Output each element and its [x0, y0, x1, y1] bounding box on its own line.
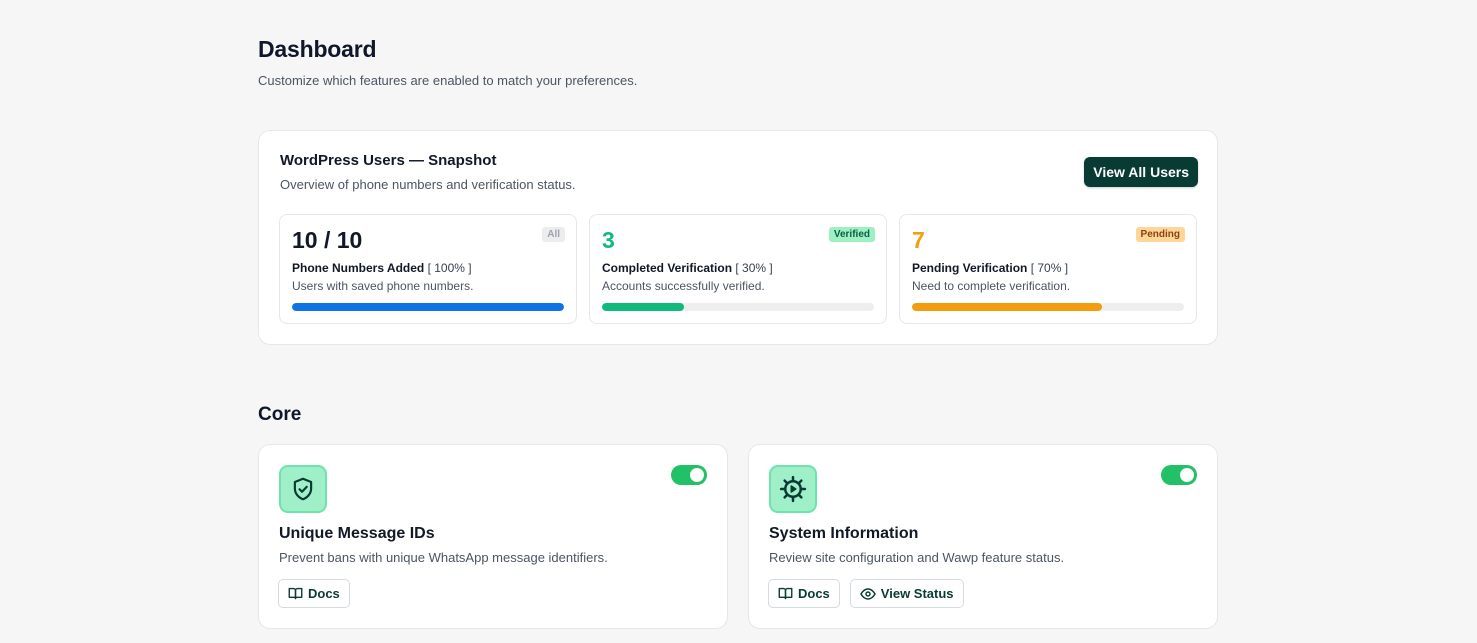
feature-actions: Docs: [278, 579, 350, 608]
stat-description: Users with saved phone numbers.: [292, 279, 474, 293]
progress-bar-fill: [602, 303, 684, 311]
docs-button-label: Docs: [308, 586, 340, 601]
stat-description: Need to complete verification.: [912, 279, 1071, 293]
stat-value: 7: [912, 227, 925, 253]
feature-description: Prevent bans with unique WhatsApp messag…: [279, 550, 608, 565]
feature-title: Unique Message IDs: [279, 525, 435, 542]
stat-label-text: Completed Verification: [602, 261, 733, 275]
book-icon: [288, 587, 303, 600]
stats-grid: 10 / 10 All Phone Numbers Added [ 100% ]…: [279, 214, 1197, 324]
view-all-users-button[interactable]: View All Users: [1084, 157, 1198, 187]
feature-toggle[interactable]: [671, 465, 707, 485]
feature-actions: Docs View Status: [768, 579, 964, 608]
stat-label-text: Phone Numbers Added: [292, 261, 425, 275]
docs-button-label: Docs: [798, 586, 830, 601]
feature-description: Review site configuration and Wawp featu…: [769, 550, 1065, 565]
stat-percent: [ 100% ]: [427, 261, 472, 275]
toggle-knob: [690, 468, 704, 482]
book-icon: [778, 587, 793, 600]
docs-button[interactable]: Docs: [278, 579, 350, 608]
docs-button[interactable]: Docs: [768, 579, 840, 608]
view-status-button[interactable]: View Status: [849, 579, 964, 608]
page-title: Dashboard: [258, 36, 377, 62]
stat-percent: [ 30% ]: [735, 261, 773, 275]
feature-title: System Information: [769, 525, 919, 542]
progress-bar-fill: [292, 303, 564, 311]
feature-card-unique-message-ids: Unique Message IDs Prevent bans with uni…: [258, 444, 728, 629]
page-subtitle: Customize which features are enabled to …: [258, 73, 638, 88]
feature-card-system-information: System Information Review site configura…: [748, 444, 1218, 629]
shield-check-icon: [279, 465, 327, 513]
stat-pending-verification: 7 Pending Pending Verification [ 70% ] N…: [899, 214, 1197, 324]
stat-label: Completed Verification [ 30% ]: [602, 261, 773, 275]
feature-toggle[interactable]: [1161, 465, 1197, 485]
dashboard-page: Dashboard Customize which features are e…: [258, 36, 1218, 629]
section-title-core: Core: [258, 404, 302, 425]
status-badge: Pending: [1135, 227, 1185, 242]
stat-completed-verification: 3 Verified Completed Verification [ 30% …: [589, 214, 887, 324]
gear-icon: [769, 465, 817, 513]
stat-percent: [ 70% ]: [1030, 261, 1069, 275]
eye-icon: [860, 587, 876, 600]
status-badge: Verified: [828, 227, 875, 242]
view-status-button-label: View Status: [880, 586, 954, 601]
progress-bar: [292, 303, 564, 311]
stat-label: Pending Verification [ 70% ]: [912, 261, 1068, 275]
stat-label-text: Pending Verification: [912, 261, 1028, 275]
progress-bar-fill: [912, 303, 1103, 311]
progress-bar: [602, 303, 874, 311]
stat-phone-numbers: 10 / 10 All Phone Numbers Added [ 100% ]…: [279, 214, 577, 324]
stat-value: 3: [602, 227, 615, 253]
stat-value: 10 / 10: [292, 227, 363, 253]
status-badge: All: [542, 227, 565, 242]
stat-description: Accounts successfully verified.: [602, 279, 765, 293]
users-snapshot-card: WordPress Users — Snapshot Overview of p…: [258, 130, 1218, 345]
progress-bar: [912, 303, 1184, 311]
snapshot-subtitle: Overview of phone numbers and verificati…: [280, 177, 576, 192]
stat-label: Phone Numbers Added [ 100% ]: [292, 261, 472, 275]
snapshot-title: WordPress Users — Snapshot: [280, 152, 497, 169]
toggle-knob: [1180, 468, 1194, 482]
